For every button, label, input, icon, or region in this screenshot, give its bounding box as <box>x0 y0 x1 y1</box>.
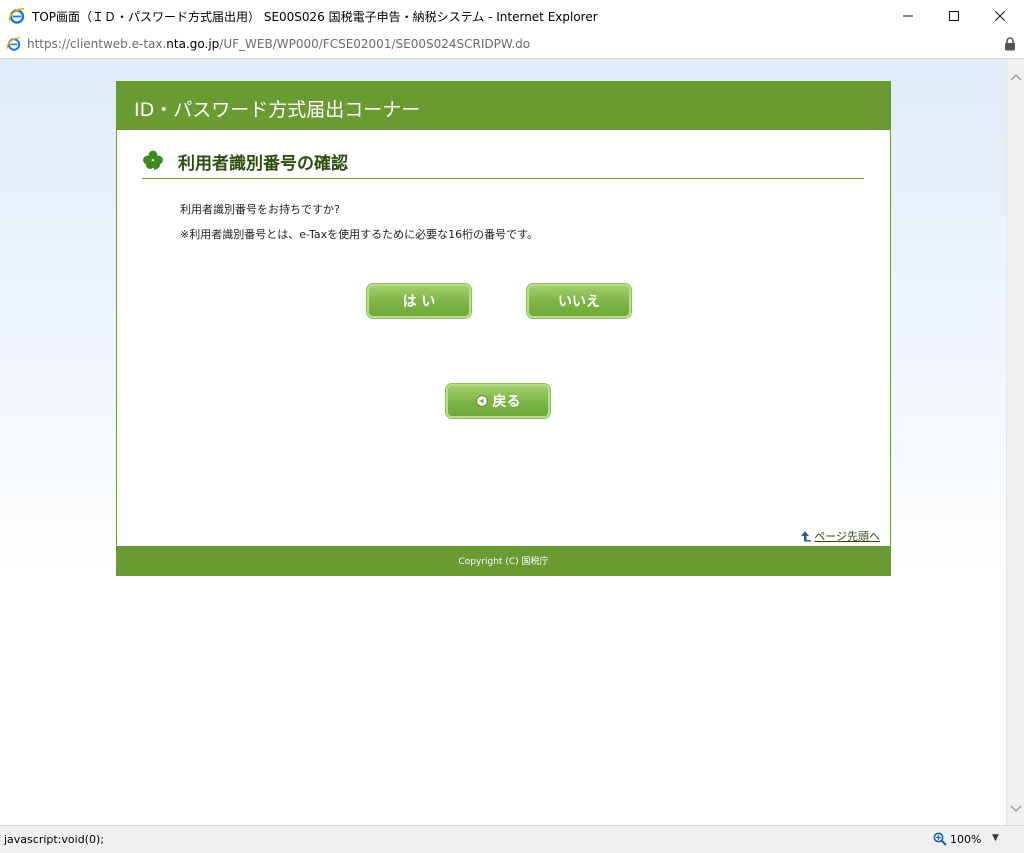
section-heading: 利用者識別番号の確認 <box>142 146 864 179</box>
zoom-icon[interactable] <box>933 832 947 846</box>
vertical-scrollbar[interactable] <box>1006 59 1024 825</box>
corner-title: ID・パスワード方式届出コーナー <box>134 99 421 121</box>
scroll-down-icon[interactable] <box>1010 805 1022 813</box>
scroll-up-icon[interactable] <box>1010 73 1022 81</box>
card-footer: Copyright (C) 国税庁 <box>117 546 890 575</box>
minimize-button[interactable] <box>885 0 931 31</box>
close-button[interactable] <box>977 0 1023 31</box>
status-text: javascript:void(0); <box>4 833 104 846</box>
page-top-link[interactable]: ページ先頭へ <box>800 528 880 544</box>
question-text: 利用者識別番号をお持ちですか? <box>180 203 340 216</box>
zoom-level[interactable]: 100% <box>950 833 981 846</box>
maximize-button[interactable] <box>931 0 977 31</box>
close-icon <box>995 10 1005 21</box>
page-top-label: ページ先頭へ <box>814 530 880 543</box>
internet-explorer-icon <box>8 7 25 24</box>
url-path: /UF_WEB/WP000/FCSE02001/SE00S024SCRIDPW.… <box>219 37 531 51</box>
yes-button[interactable]: は い <box>367 284 471 318</box>
zoom-dropdown-icon[interactable]: ▼ <box>992 833 999 843</box>
maximize-icon <box>949 10 959 21</box>
no-button-label: いいえ <box>558 294 600 310</box>
page-ie-icon <box>6 37 21 51</box>
address-url[interactable]: https://clientweb.e-tax.nta.go.jp/UF_WEB… <box>27 37 530 51</box>
section-title: 利用者識別番号の確認 <box>178 154 348 174</box>
copyright-text: Copyright (C) 国税庁 <box>458 557 549 567</box>
window-titlebar: TOP画面（ＩＤ・パスワード方式届出用） SE00S026 国税電子申告・納税シ… <box>0 0 1024 31</box>
page-top-arrow-icon <box>801 531 812 542</box>
card-header: ID・パスワード方式届出コーナー <box>117 82 890 130</box>
address-bar[interactable]: https://clientweb.e-tax.nta.go.jp/UF_WEB… <box>0 31 1024 59</box>
note-text: ※利用者識別番号とは、e-Taxを使用するために必要な16桁の番号です。 <box>180 228 538 241</box>
back-arrow-icon <box>475 395 488 407</box>
content-card: ID・パスワード方式届出コーナー 利用者識別番号の確認 利用者識別番号をお持ちで… <box>116 81 891 576</box>
url-prefix: https://clientweb.e-tax. <box>27 37 167 51</box>
back-button-label: 戻る <box>492 394 521 410</box>
minimize-icon <box>903 15 913 16</box>
no-button[interactable]: いいえ <box>527 284 631 318</box>
url-host: nta.go.jp <box>166 37 220 51</box>
yes-button-label: は い <box>402 294 436 310</box>
back-button[interactable]: 戻る <box>446 384 550 418</box>
window-title: TOP画面（ＩＤ・パスワード方式届出用） SE00S026 国税電子申告・納税シ… <box>32 10 598 24</box>
lock-icon[interactable] <box>1004 37 1016 51</box>
clover-icon <box>143 150 163 171</box>
status-bar: javascript:void(0); 100% ▼ <box>0 825 1024 853</box>
